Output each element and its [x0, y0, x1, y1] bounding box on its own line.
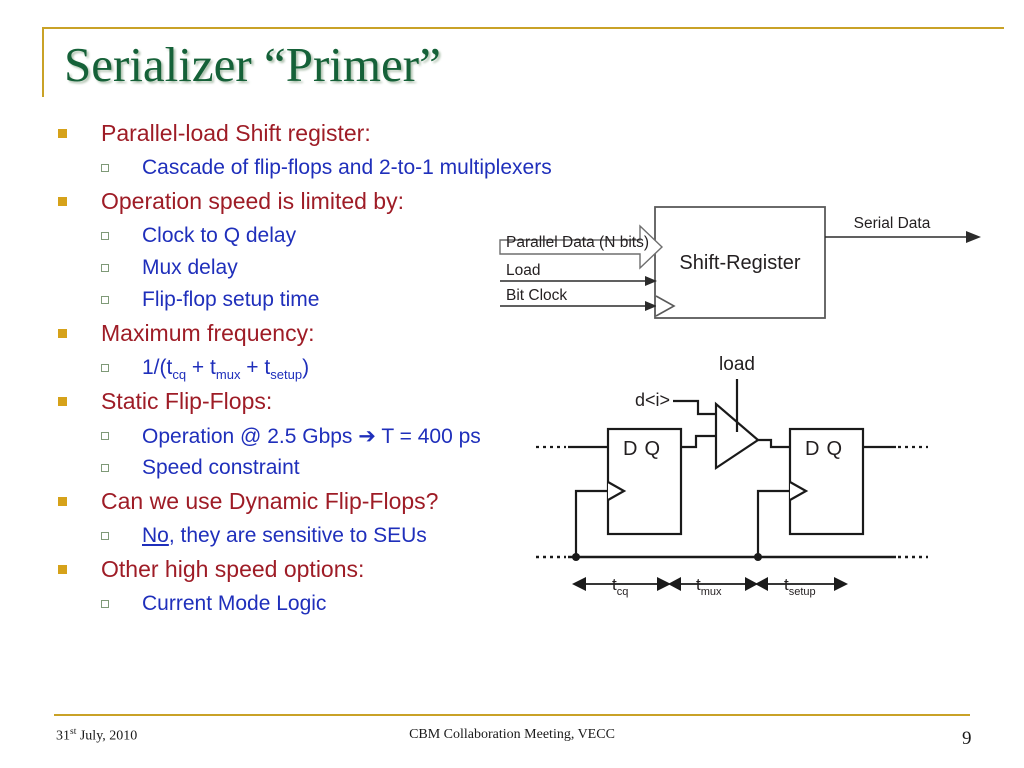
list-item-label: Can we use Dynamic Flip-Flops? — [101, 488, 439, 514]
max-frequency-formula: 1/(tcq + tmux + tsetup) — [142, 354, 309, 382]
list-item-label: Mux delay — [142, 256, 238, 279]
list-item-label: Speed constraint — [142, 456, 300, 479]
right-arrow-icon: ➔ — [358, 424, 376, 448]
list-item-label: Operation speed is limited by: — [101, 188, 404, 214]
bit-clock-label: Bit Clock — [506, 287, 567, 304]
page-title: Serializer “Primer” — [64, 37, 441, 92]
bullet-hollow-square-icon — [101, 264, 109, 272]
operation-speed-line: Operation @ 2.5 Gbps ➔ T = 400 ps — [142, 422, 481, 451]
bullet-square-icon — [58, 565, 67, 574]
clock-junction-dot-left — [572, 553, 580, 561]
list-item: Clock to Q delay — [58, 222, 528, 254]
formula-sub-cq: cq — [172, 367, 187, 383]
bullet-hollow-square-icon — [101, 164, 109, 172]
formula-plus-1: + t — [186, 356, 216, 379]
bullet-hollow-square-icon — [101, 432, 109, 440]
list-item: Current Mode Logic — [58, 590, 528, 622]
data-input-label: d<i> — [635, 390, 670, 410]
seu-answer-emphasis: No — [142, 524, 169, 547]
flipflop-right-d-label: D — [805, 438, 819, 460]
left-accent-rule — [42, 27, 44, 97]
list-item: Maximum frequency: — [58, 318, 528, 354]
list-item-label: Maximum frequency: — [101, 320, 315, 346]
flipflop-mux-timing-diagram: load d<i> D Q D Q tcq tmux tsetup — [536, 354, 928, 598]
formula-sub-setup: setup — [270, 367, 303, 383]
list-item-label: Static Flip-Flops: — [101, 388, 273, 414]
list-item: Parallel-load Shift register: — [58, 118, 528, 154]
slide-canvas: Serializer “Primer” Parallel-load Shift … — [0, 0, 1024, 768]
seu-answer-rest: , they are sensitive to SEUs — [168, 524, 427, 547]
list-item-label: Current Mode Logic — [142, 592, 327, 615]
list-item: Speed constraint — [58, 454, 528, 486]
bullet-square-icon — [58, 129, 67, 138]
formula-plus-2: + t — [240, 356, 271, 379]
list-item-label: Cascade of flip-flops and 2-to-1 multipl… — [142, 156, 552, 179]
bullet-square-icon — [58, 497, 67, 506]
bullet-square-icon — [58, 397, 67, 406]
load-label: Load — [506, 262, 540, 279]
bullet-hollow-square-icon — [101, 600, 109, 608]
bullet-hollow-square-icon — [101, 532, 109, 540]
list-item: No, they are sensitive to SEUs — [58, 522, 528, 554]
bullet-list: Parallel-load Shift register: Cascade of… — [58, 118, 552, 622]
list-item: Static Flip-Flops: — [58, 386, 528, 422]
bullet-hollow-square-icon — [101, 232, 109, 240]
shift-register-block-diagram: Shift-Register Parallel Data (N bits) Lo… — [499, 206, 981, 319]
flipflop-right-q-label: Q — [826, 438, 842, 460]
top-accent-rule — [42, 27, 1004, 29]
flipflop-left-d-label: D — [623, 438, 637, 460]
formula-open: 1/(t — [142, 356, 173, 379]
list-item: Can we use Dynamic Flip-Flops? — [58, 486, 528, 522]
flipflop-left-q-wire — [681, 434, 716, 449]
bullet-hollow-square-icon — [101, 296, 109, 304]
shift-register-box-label: Shift-Register — [679, 252, 800, 274]
footer-accent-rule — [54, 714, 970, 716]
footer-event-name: CBM Collaboration Meeting, VECC — [409, 727, 615, 742]
timing-tcq-sub: cq — [617, 586, 629, 598]
formula-close: ) — [302, 356, 310, 379]
list-item-label: Other high speed options: — [101, 556, 365, 582]
list-item-label: Parallel-load Shift register: — [101, 120, 371, 146]
timing-tmux-sub: mux — [701, 586, 722, 598]
flipflop-left-q-label: Q — [644, 438, 660, 460]
timing-label-tsetup: tsetup — [784, 575, 816, 598]
bullet-square-icon — [58, 329, 67, 338]
list-item: Mux delay — [58, 254, 528, 286]
slide-page-number: 9 — [962, 728, 972, 749]
list-item: Other high speed options: — [58, 554, 528, 590]
mux-select-label: load — [719, 354, 755, 375]
flipflop-right-clock-wire — [756, 489, 790, 557]
parallel-data-label: Parallel Data (N bits) — [506, 234, 649, 251]
bullet-square-icon — [58, 197, 67, 206]
flipflop-left-clock-wire — [574, 489, 608, 557]
bullet-hollow-square-icon — [101, 464, 109, 472]
list-item: Cascade of flip-flops and 2-to-1 multipl… — [58, 154, 552, 186]
operation-after-arrow: T = 400 ps — [375, 425, 481, 448]
serial-data-label: Serial Data — [854, 215, 931, 232]
seu-answer-line: No, they are sensitive to SEUs — [142, 522, 427, 550]
clock-junction-dot-right — [754, 553, 762, 561]
formula-sub-mux: mux — [215, 367, 241, 383]
timing-tsetup-sub: setup — [789, 586, 816, 598]
timing-label-tcq: tcq — [612, 575, 628, 598]
serial-data-arrowhead-icon — [966, 231, 981, 243]
list-item: Flip-flop setup time — [58, 286, 528, 318]
mux-data-input-wire — [673, 399, 716, 416]
list-item-label: Clock to Q delay — [142, 224, 297, 247]
list-item: Operation @ 2.5 Gbps ➔ T = 400 ps — [58, 422, 528, 454]
list-item: Operation speed is limited by: — [58, 186, 528, 222]
list-item-label: Flip-flop setup time — [142, 288, 320, 311]
mux-output-wire — [757, 438, 790, 449]
list-item: 1/(tcq + tmux + tsetup) — [58, 354, 528, 386]
timing-label-tmux: tmux — [696, 575, 722, 598]
bullet-hollow-square-icon — [101, 364, 109, 372]
operation-before-arrow: Operation @ 2.5 Gbps — [142, 425, 359, 448]
